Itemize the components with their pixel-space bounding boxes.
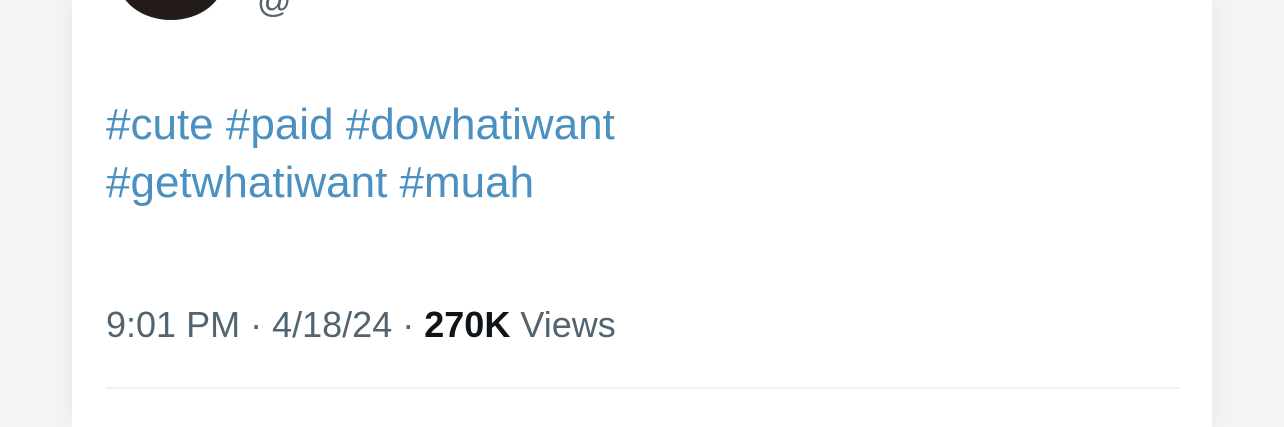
tweet-text: #cute #paid #dowhatiwant #getwhatiwant #… [106,96,806,212]
tweet-card: @ #cute #paid #dowhatiwant #getwhatiwant… [72,0,1212,427]
tweet-date[interactable]: 4/18/24 [272,304,392,345]
divider [106,387,1180,389]
hashtag-cute[interactable]: #cute [106,100,214,149]
meta-separator: · [250,304,263,345]
meta-separator: · [402,304,415,345]
avatar[interactable] [118,0,224,20]
tweet-time[interactable]: 9:01 PM [106,304,240,345]
hashtag-getwhatiwant[interactable]: #getwhatiwant [106,158,387,207]
hashtag-paid[interactable]: #paid [226,100,334,149]
views-label: Views [520,304,616,345]
hashtag-dowhatiwant[interactable]: #dowhatiwant [346,100,615,149]
tweet-meta: 9:01 PM · 4/18/24 · 270K Views [106,304,616,346]
user-handle[interactable]: @ [257,0,292,21]
hashtag-muah[interactable]: #muah [400,158,535,207]
views-count: 270K [424,304,511,345]
